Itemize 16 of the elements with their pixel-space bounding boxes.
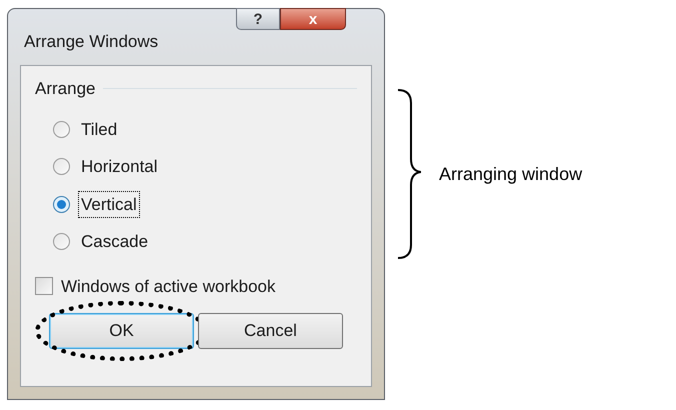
help-button[interactable]: ? (236, 8, 280, 30)
radio-label[interactable]: Vertical (78, 190, 140, 218)
group-title: Arrange (35, 78, 96, 100)
dialog-button[interactable]: Cancel (198, 313, 343, 349)
radio-button[interactable] (53, 233, 70, 250)
radio-button[interactable] (53, 196, 70, 213)
radio-label[interactable]: Tiled (78, 116, 120, 143)
checkbox-label[interactable]: Windows of active workbook (61, 274, 276, 299)
radio-button[interactable] (53, 120, 70, 138)
dialog-button[interactable]: OK (49, 313, 194, 349)
radio-label[interactable]: Horizontal (78, 153, 161, 180)
radio-button[interactable] (53, 158, 70, 176)
annotation-label: Arranging window (439, 162, 582, 186)
checkbox[interactable] (35, 277, 53, 296)
window-title: Arrange Windows (24, 31, 158, 53)
radio-label[interactable]: Cascade (78, 228, 152, 256)
